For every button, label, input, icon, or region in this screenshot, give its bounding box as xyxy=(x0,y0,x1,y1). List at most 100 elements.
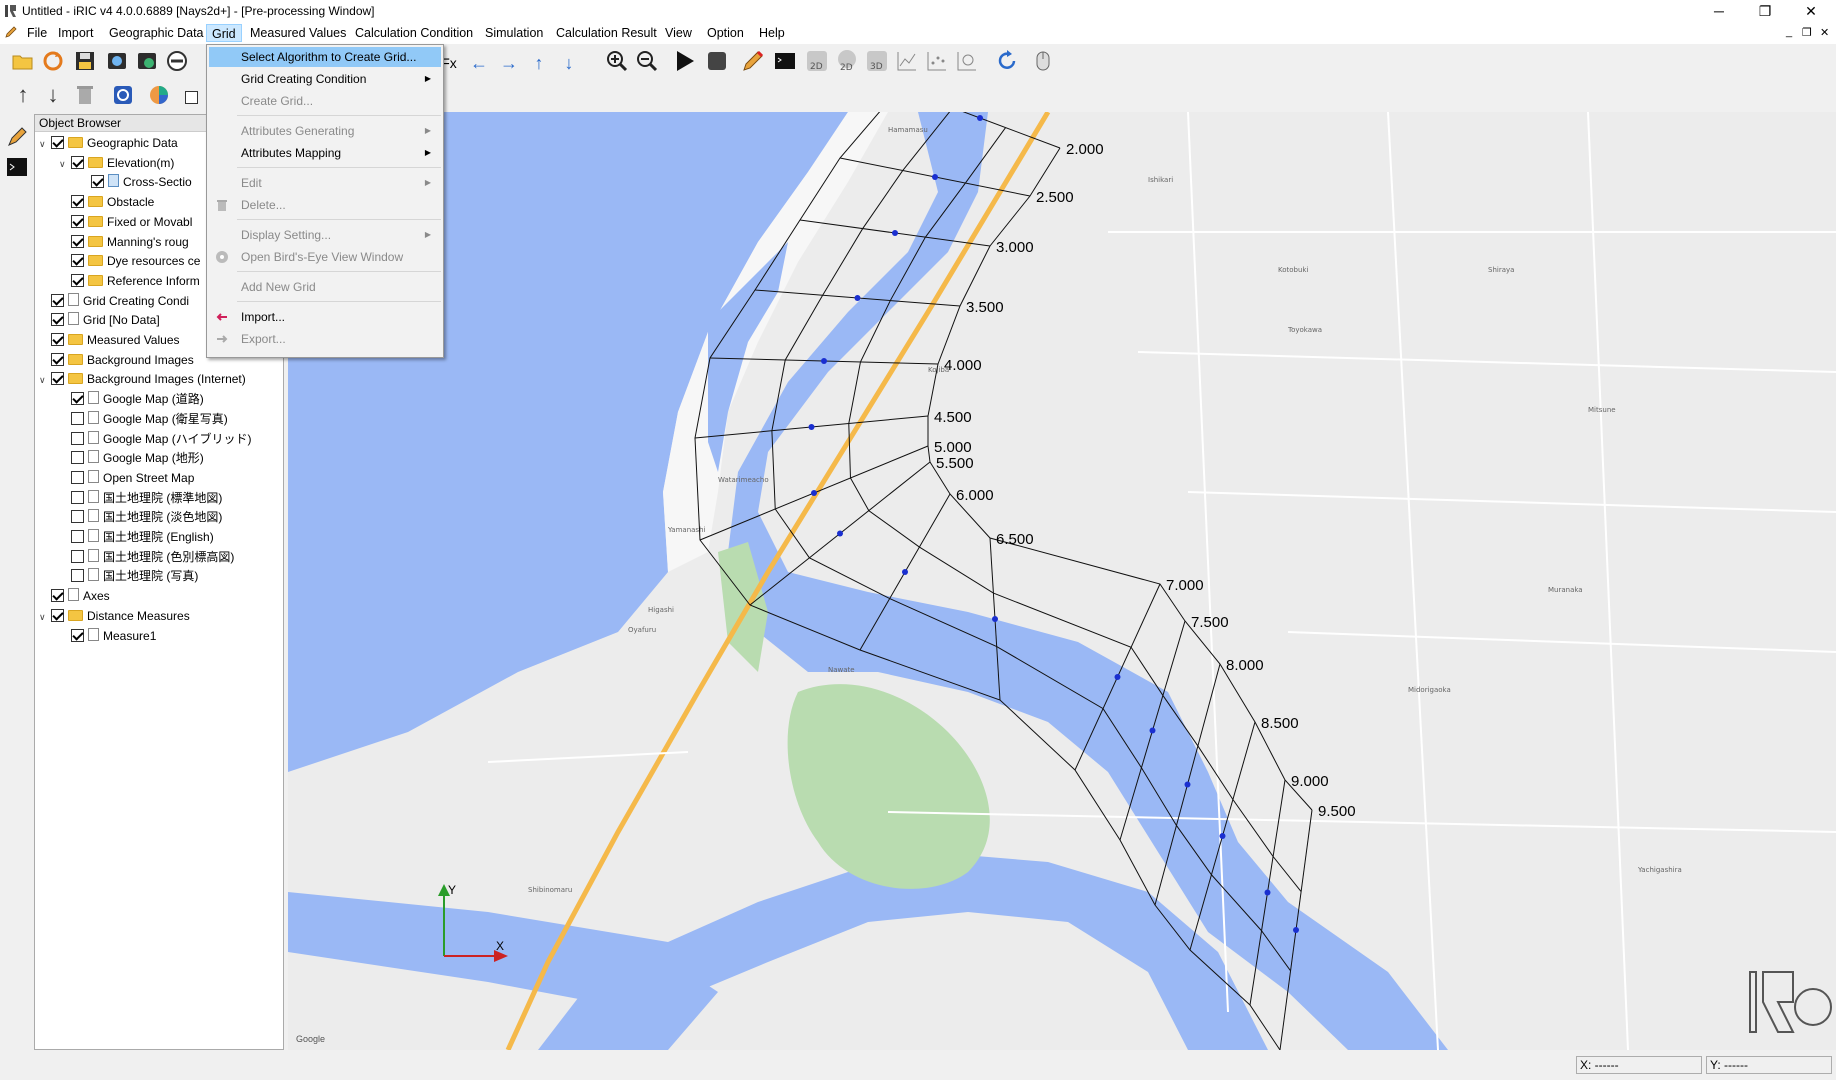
screenshot-icon[interactable] xyxy=(134,48,160,74)
tree-item[interactable]: Google Map (地形) xyxy=(59,449,283,467)
visibility-checkbox[interactable] xyxy=(71,530,84,543)
edit-brush-icon[interactable] xyxy=(4,124,30,150)
menu-item-grid-creating-condition[interactable]: Grid Creating Condition ▶ xyxy=(209,69,441,89)
visibility-checkbox[interactable] xyxy=(51,136,64,149)
visibility-checkbox[interactable] xyxy=(71,549,84,563)
menu-measured-values[interactable]: Measured Values xyxy=(245,24,351,42)
arrow-down-icon[interactable]: ↓ xyxy=(556,50,582,76)
expand-chevron-icon[interactable]: ∨ xyxy=(39,135,51,152)
tree-item[interactable]: ∨ Distance Measures xyxy=(39,607,283,625)
no-entry-icon[interactable] xyxy=(164,48,190,74)
visibility-checkbox[interactable] xyxy=(71,155,84,169)
tree-item[interactable]: 国土地理院 (淡色地図) xyxy=(59,508,283,526)
visibility-checkbox[interactable] xyxy=(71,470,84,484)
menu-item-select-algorithm[interactable]: Select Algorithm to Create Grid... xyxy=(209,47,441,67)
menu-item-display-setting[interactable]: Display Setting... ▶ xyxy=(209,225,441,245)
2d-bird-icon[interactable]: 2D xyxy=(834,48,860,74)
tree-item[interactable]: 国土地理院 (English) xyxy=(59,528,283,546)
visibility-checkbox[interactable] xyxy=(71,254,84,268)
menu-item-create-grid[interactable]: Create Grid... xyxy=(209,91,441,111)
menu-geographic-data[interactable]: Geographic Data xyxy=(104,24,209,42)
minimize-button[interactable]: ─ xyxy=(1696,0,1742,22)
tree-item[interactable]: Measure1 xyxy=(59,627,283,645)
visibility-checkbox[interactable] xyxy=(71,431,84,445)
visibility-checkbox[interactable] xyxy=(71,273,84,287)
tree-item[interactable]: Google Map (道路) xyxy=(59,390,283,408)
tree-item[interactable]: 国土地理院 (標準地図) xyxy=(59,489,283,507)
save-icon[interactable] xyxy=(72,48,98,74)
menu-view[interactable]: View xyxy=(660,24,697,42)
mdi-restore-button[interactable]: ❐ xyxy=(1802,26,1812,39)
move-down-icon[interactable]: ↓ xyxy=(40,82,66,108)
scatter-graph-icon[interactable] xyxy=(924,48,950,74)
refresh-icon[interactable] xyxy=(994,48,1020,74)
visibility-checkbox[interactable] xyxy=(71,510,84,524)
zoom-out-icon[interactable] xyxy=(634,48,660,74)
visibility-checkbox[interactable] xyxy=(51,352,64,366)
close-button[interactable]: ✕ xyxy=(1788,0,1834,22)
menu-item-delete[interactable]: Delete... xyxy=(209,195,441,215)
2d-post-icon[interactable]: 2D xyxy=(804,48,830,74)
open-folder-icon[interactable] xyxy=(10,48,36,74)
tree-item[interactable]: ∨ Background Images (Internet) xyxy=(39,370,283,388)
visibility-checkbox[interactable] xyxy=(71,234,84,248)
visibility-checkbox[interactable] xyxy=(71,195,84,209)
menu-item-edit[interactable]: Edit ▶ xyxy=(209,173,441,193)
edit-pencil-icon[interactable] xyxy=(740,48,766,74)
3d-post-icon[interactable]: 3D xyxy=(864,48,890,74)
visibility-checkbox[interactable] xyxy=(71,569,84,583)
tree-item[interactable]: 国土地理院 (色別標高図) xyxy=(59,548,283,566)
menu-item-birds-eye-view[interactable]: Open Bird's-Eye View Window xyxy=(209,247,441,267)
color-map-icon[interactable] xyxy=(146,82,172,108)
restore-button[interactable]: ❐ xyxy=(1742,0,1788,22)
snapshot-icon[interactable] xyxy=(104,48,130,74)
visibility-checkbox[interactable] xyxy=(51,333,64,346)
console-icon[interactable] xyxy=(772,48,798,74)
zoom-in-icon[interactable] xyxy=(604,48,630,74)
run-icon[interactable] xyxy=(672,48,698,74)
tree-item[interactable]: Google Map (ハイブリッド) xyxy=(59,430,283,448)
arrow-right-icon[interactable]: → xyxy=(496,50,522,76)
tree-item[interactable]: 国土地理院 (写真) xyxy=(59,567,283,585)
menu-item-attributes-mapping[interactable]: Attributes Mapping ▶ xyxy=(209,143,441,163)
visibility-checkbox[interactable] xyxy=(71,214,84,228)
tree-item[interactable]: Open Street Map xyxy=(59,469,283,487)
visibility-checkbox[interactable] xyxy=(71,411,84,425)
menu-item-export[interactable]: Export... xyxy=(209,329,441,349)
menu-file[interactable]: File xyxy=(22,24,52,42)
mdi-close-button[interactable]: ✕ xyxy=(1820,26,1829,39)
visibility-checkbox[interactable] xyxy=(71,628,84,642)
move-up-icon[interactable]: ↑ xyxy=(10,82,36,108)
map-canvas[interactable]: Hamamasu Ishikari Kotobuki Toyokawa Shir… xyxy=(288,112,1836,1050)
menu-item-attributes-generating[interactable]: Attributes Generating ▶ xyxy=(209,121,441,141)
menu-simulation[interactable]: Simulation xyxy=(480,24,548,42)
visibility-checkbox[interactable] xyxy=(51,372,64,386)
trash-icon[interactable] xyxy=(72,82,98,108)
expand-chevron-icon[interactable]: ∨ xyxy=(39,371,51,388)
console-window-icon[interactable] xyxy=(4,154,30,180)
visibility-checkbox[interactable] xyxy=(71,392,84,406)
arrow-up-icon[interactable]: ↑ xyxy=(526,50,552,76)
menu-calculation-result[interactable]: Calculation Result xyxy=(551,24,662,42)
menu-calculation-condition[interactable]: Calculation Condition xyxy=(350,24,478,42)
menu-item-import[interactable]: Import... xyxy=(209,307,441,327)
arrow-left-icon[interactable]: ← xyxy=(466,50,492,76)
tree-item[interactable]: Google Map (衛星写真) xyxy=(59,410,283,428)
visibility-checkbox[interactable] xyxy=(51,589,64,603)
visibility-checkbox[interactable] xyxy=(51,608,64,622)
visibility-checkbox[interactable] xyxy=(51,293,64,307)
menu-import[interactable]: Import xyxy=(53,24,98,42)
visibility-checkbox[interactable] xyxy=(91,175,104,189)
menu-help[interactable]: Help xyxy=(754,24,790,42)
mdi-minimize-button[interactable]: _ xyxy=(1786,26,1792,38)
graph-icon[interactable] xyxy=(894,48,920,74)
visibility-checkbox[interactable] xyxy=(71,451,84,465)
toggle-checkbox[interactable] xyxy=(180,84,206,110)
menu-option[interactable]: Option xyxy=(702,24,749,42)
menu-grid[interactable]: Grid xyxy=(206,24,242,42)
reload-icon[interactable] xyxy=(40,48,66,74)
stop-icon[interactable] xyxy=(704,48,730,74)
graph-zoom-icon[interactable] xyxy=(954,48,980,74)
expand-chevron-icon[interactable]: ∨ xyxy=(59,155,71,172)
menu-item-add-new-grid[interactable]: Add New Grid xyxy=(209,277,441,297)
